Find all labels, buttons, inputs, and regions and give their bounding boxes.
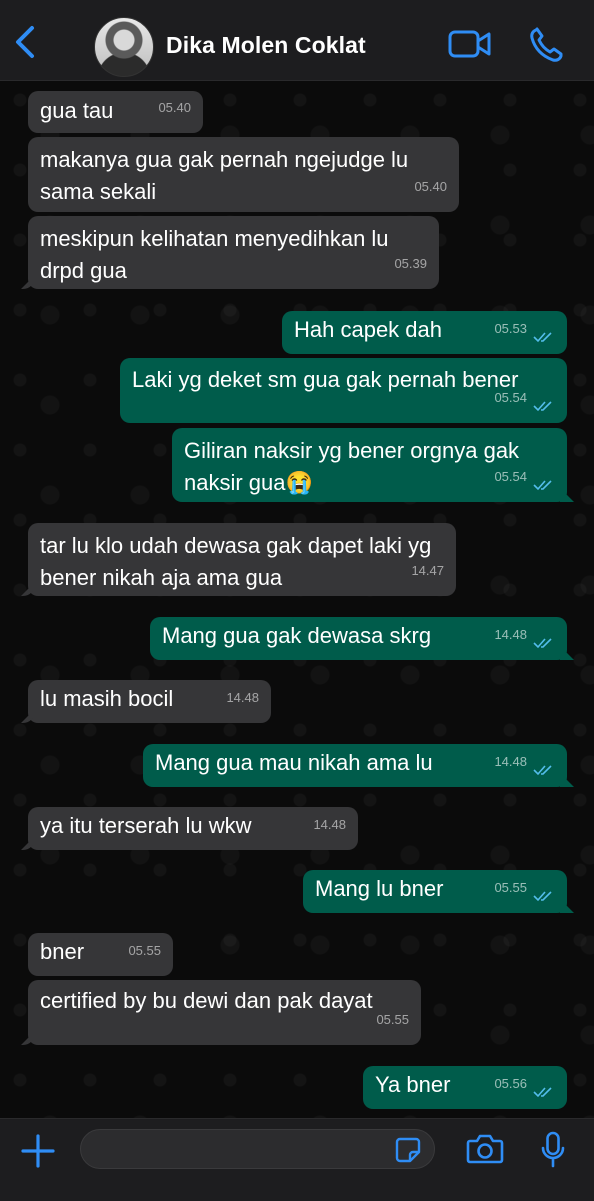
- message-time: 05.53: [494, 321, 527, 336]
- sticker-icon: [395, 1137, 421, 1163]
- message-bubble-incoming[interactable]: tar lu klo udah dewasa gak dapet laki yg…: [28, 523, 456, 596]
- message-bubble-outgoing[interactable]: Laki yg deket sm gua gak pernah bener 05…: [120, 358, 567, 423]
- message-time: 14.48: [313, 817, 346, 832]
- camera-button[interactable]: [466, 1133, 504, 1165]
- message-time: 14.48: [226, 690, 259, 705]
- message-bubble-outgoing[interactable]: Ya bner 05.56: [363, 1066, 567, 1109]
- sticker-button[interactable]: [395, 1137, 421, 1163]
- message-bubble-incoming[interactable]: meskipun kelihatan menyedihkan lu drpd g…: [28, 216, 439, 289]
- contact-name[interactable]: Dika Molen Coklat: [166, 32, 366, 59]
- message-bubble-incoming[interactable]: gua tau 05.40: [28, 91, 203, 133]
- message-text: ya itu terserah lu wkw: [40, 813, 252, 838]
- video-camera-icon: [448, 30, 491, 58]
- message-bubble-incoming[interactable]: bner 05.55: [28, 933, 173, 976]
- message-text: Ya bner: [375, 1072, 451, 1097]
- message-bubble-incoming[interactable]: makanya gua gak pernah ngejudge lu sama …: [28, 137, 459, 212]
- message-time: 05.39: [394, 256, 427, 271]
- message-time: 05.55: [376, 1012, 409, 1027]
- attach-button[interactable]: [20, 1133, 56, 1169]
- read-ticks-icon: [533, 1087, 552, 1098]
- message-time: 05.40: [158, 100, 191, 115]
- message-bubble-outgoing[interactable]: Mang gua mau nikah ama lu 14.48: [143, 744, 567, 787]
- read-ticks-icon: [533, 638, 552, 649]
- read-ticks-icon: [533, 765, 552, 776]
- phone-icon: [530, 27, 563, 62]
- message-text: meskipun kelihatan menyedihkan lu drpd g…: [40, 226, 389, 283]
- message-time: 14.48: [494, 627, 527, 642]
- read-ticks-icon: [533, 891, 552, 902]
- message-time: 14.48: [494, 754, 527, 769]
- message-time: 05.54: [494, 469, 527, 484]
- message-text: Laki yg deket sm gua gak pernah bener: [132, 367, 519, 392]
- microphone-icon: [541, 1131, 565, 1168]
- chevron-left-icon: [16, 26, 34, 58]
- read-ticks-icon: [533, 480, 552, 491]
- message-text: certified by bu dewi dan pak dayat: [40, 988, 373, 1013]
- camera-icon: [466, 1134, 504, 1164]
- read-ticks-icon: [533, 401, 552, 412]
- message-time: 05.40: [414, 179, 447, 194]
- message-bubble-outgoing[interactable]: Mang gua gak dewasa skrg 14.48: [150, 617, 567, 660]
- message-text: tar lu klo udah dewasa gak dapet laki yg…: [40, 533, 432, 590]
- message-bubble-outgoing[interactable]: Mang lu bner 05.55: [303, 870, 567, 913]
- read-ticks-icon: [533, 332, 552, 343]
- back-button[interactable]: [8, 22, 44, 62]
- voice-call-button[interactable]: [528, 25, 564, 65]
- message-bubble-incoming[interactable]: ya itu terserah lu wkw 14.48: [28, 807, 358, 850]
- contact-avatar[interactable]: [94, 17, 154, 77]
- message-time: 05.55: [494, 880, 527, 895]
- message-bubble-outgoing[interactable]: Giliran naksir yg bener orgnya gak naksi…: [172, 428, 567, 502]
- message-time: 05.54: [494, 390, 527, 405]
- video-call-button[interactable]: [448, 27, 492, 61]
- message-bubble-incoming[interactable]: certified by bu dewi dan pak dayat 05.55: [28, 980, 421, 1045]
- message-bubble-outgoing[interactable]: Hah capek dah 05.53: [282, 311, 567, 354]
- message-text: makanya gua gak pernah ngejudge lu sama …: [40, 147, 409, 204]
- message-time: 14.47: [411, 563, 444, 578]
- microphone-button[interactable]: [540, 1131, 566, 1169]
- message-bubble-incoming[interactable]: lu masih bocil 14.48: [28, 680, 271, 723]
- message-time: 05.55: [128, 943, 161, 958]
- message-time: 05.56: [494, 1076, 527, 1091]
- message-composer: [0, 1118, 594, 1201]
- plus-icon: [21, 1134, 55, 1168]
- message-input[interactable]: [80, 1129, 435, 1169]
- chat-header: Dika Molen Coklat: [0, 0, 594, 81]
